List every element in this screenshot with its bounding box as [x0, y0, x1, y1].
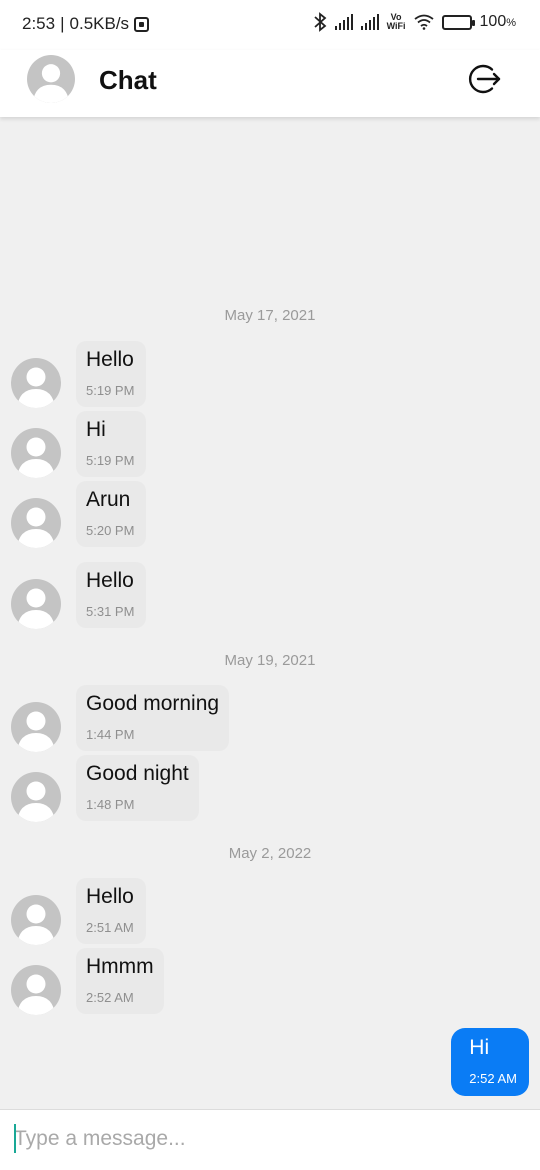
- person-icon: [17, 437, 55, 478]
- message-bubble: Hi 5:19 PM: [76, 411, 146, 477]
- logout-icon[interactable]: [466, 61, 502, 97]
- message-time: 1:48 PM: [86, 797, 135, 812]
- message-time: 2:52 AM: [469, 1071, 517, 1086]
- message-text: Hello: [86, 569, 134, 592]
- outgoing-message-bubble[interactable]: Hi 2:52 AM: [451, 1028, 529, 1096]
- message-time: 5:19 PM: [86, 383, 135, 398]
- person-icon: [17, 904, 55, 945]
- message-text: Arun: [86, 488, 131, 511]
- wifi-icon: [413, 14, 434, 30]
- status-right: Vo WiFi 100%: [313, 12, 516, 32]
- sender-avatar: [11, 895, 61, 945]
- message-text: Hello: [86, 348, 134, 371]
- status-bar: 2:53 | 0.5KB/s Vo WiFi 100%: [0, 0, 540, 50]
- message-text: Good night: [86, 762, 189, 785]
- message-time: 2:52 AM: [86, 990, 134, 1005]
- sender-avatar: [11, 579, 61, 629]
- person-icon: [17, 711, 55, 752]
- person-icon: [17, 367, 55, 408]
- date-separator: May 17, 2021: [224, 307, 316, 324]
- message-time: 5:31 PM: [86, 604, 135, 619]
- battery-icon: [441, 14, 475, 30]
- message-bubble: Hello 5:31 PM: [76, 562, 146, 628]
- person-icon: [17, 974, 55, 1015]
- notification-icon: [134, 16, 150, 32]
- person-icon: [17, 781, 55, 822]
- signal-icon-2: [360, 14, 379, 30]
- message-text: Good morning: [86, 692, 220, 715]
- message-text: Hello: [86, 885, 134, 908]
- text-cursor: [14, 1124, 16, 1153]
- message-text: Hmmm: [86, 955, 154, 978]
- status-left: 2:53 | 0.5KB/s: [22, 14, 150, 34]
- signal-icon: [334, 14, 353, 30]
- message-text: Hi: [86, 418, 106, 441]
- status-time: 2:53: [22, 14, 56, 33]
- network-speed: 0.5KB/s: [69, 14, 130, 33]
- message-bubble: Hello 2:51 AM: [76, 878, 146, 944]
- sender-avatar: [11, 498, 61, 548]
- sender-avatar: [11, 358, 61, 408]
- battery-level: 100%: [479, 13, 516, 30]
- message-bubble: Arun 5:20 PM: [76, 481, 146, 547]
- message-text: Hi: [469, 1036, 490, 1059]
- message-bubble: Hello 5:19 PM: [76, 341, 146, 407]
- message-input[interactable]: [14, 1124, 514, 1154]
- message-time: 5:20 PM: [86, 523, 135, 538]
- message-bubble: Good night 1:48 PM: [76, 755, 199, 821]
- person-icon: [17, 588, 55, 629]
- sender-avatar: [11, 965, 61, 1015]
- person-icon: [17, 507, 55, 548]
- profile-avatar[interactable]: [27, 55, 75, 103]
- date-separator: May 19, 2021: [224, 652, 316, 669]
- message-time: 5:19 PM: [86, 453, 135, 468]
- message-bubble: Hmmm 2:52 AM: [76, 948, 164, 1014]
- date-separator: May 2, 2022: [228, 845, 312, 862]
- message-bubble: Good morning 1:44 PM: [76, 685, 230, 751]
- sender-avatar: [11, 772, 61, 822]
- message-list[interactable]: May 17, 2021 Hello 5:19 PM Hi 5:19 PM Ar…: [0, 117, 540, 1109]
- bluetooth-icon: [313, 12, 326, 32]
- message-time: 2:51 AM: [86, 920, 134, 935]
- page-title: Chat: [99, 65, 157, 95]
- volte-wifi-icon: Vo WiFi: [386, 12, 406, 31]
- message-time: 1:44 PM: [86, 727, 135, 742]
- sender-avatar: [11, 702, 61, 752]
- message-composer: [0, 1109, 540, 1170]
- app-bar: Chat: [0, 50, 540, 117]
- person-icon: [32, 64, 70, 103]
- sender-avatar: [11, 428, 61, 478]
